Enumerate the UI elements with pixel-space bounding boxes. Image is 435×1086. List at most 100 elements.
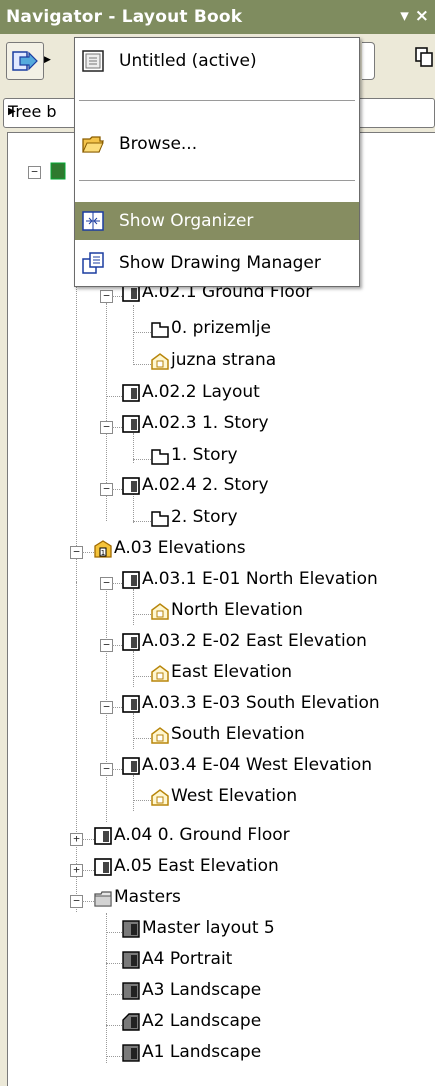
toolbar-field-edge: [362, 42, 375, 80]
node-label: juzna strana: [171, 350, 277, 370]
elevation-view-icon: [151, 353, 169, 370]
menu-item-label: Show Organizer: [119, 211, 254, 231]
navigator-view-button[interactable]: [6, 42, 44, 80]
tree-connector: [82, 870, 94, 871]
tree-connector: [82, 552, 94, 553]
node-label: A2 Landscape: [142, 1011, 262, 1031]
project-icon: [82, 50, 104, 72]
master-layout-icon: [122, 1013, 140, 1031]
tree-connector: [133, 364, 151, 365]
window-controls[interactable]: ▾ ×: [400, 6, 429, 26]
window-title: Navigator - Layout Book: [6, 7, 243, 27]
floor-plan-icon: [151, 511, 169, 527]
tree-connector: [112, 296, 122, 297]
layout-icon: [122, 695, 140, 713]
layout-icon: [122, 757, 140, 775]
menu-item-label: Browse...: [119, 134, 198, 154]
menu-item-show-organizer[interactable]: Show Organizer: [75, 202, 359, 240]
tree-connector: [133, 589, 134, 625]
elevation-view-icon: [151, 665, 169, 682]
tree-connector: [106, 963, 122, 964]
tree-connector: [82, 901, 94, 902]
layout-icon: [94, 827, 112, 845]
tree-connector: [106, 1056, 122, 1057]
book-icon: [50, 162, 66, 180]
node-label: Masters: [114, 887, 181, 907]
subset-icon: 1: [94, 540, 112, 558]
masters-folder-icon: [94, 891, 112, 907]
layout-icon: [122, 571, 140, 589]
node-label: A.02.2 Layout: [142, 382, 260, 402]
title-bar[interactable]: Navigator - Layout Book ▾ ×: [0, 0, 435, 34]
node-label: A.02.3 1. Story: [142, 413, 269, 433]
layout-icon: [122, 477, 140, 495]
tree-connector: [106, 913, 107, 1063]
master-layout-icon: [122, 1044, 140, 1062]
tree-connector: [133, 676, 151, 677]
tree-connector: [112, 427, 122, 428]
tree-connector: [106, 396, 122, 397]
node-label: A.03.2 E-02 East Elevation: [142, 631, 367, 651]
master-layout-icon: [122, 982, 140, 1000]
floor-plan-icon: [151, 322, 169, 338]
node-label: A.03.3 E-03 South Elevation: [142, 693, 380, 713]
node-label: A.05 East Elevation: [114, 856, 279, 876]
clone-icon: [415, 47, 433, 67]
layout-icon: [122, 384, 140, 402]
tree-connector: [112, 645, 122, 646]
node-label: Master layout 5: [142, 918, 275, 938]
svg-text:1: 1: [101, 549, 105, 557]
tree-connector: [112, 769, 122, 770]
node-label: A.03 Elevations: [114, 538, 246, 558]
menu-item-browse[interactable]: Browse...: [75, 125, 359, 163]
menu-item-label: Untitled (active): [119, 51, 257, 71]
clone-button[interactable]: [414, 44, 435, 74]
elevation-view-icon: [151, 727, 169, 744]
floor-plan-icon: [151, 449, 169, 465]
tree-connector: [106, 932, 122, 933]
tree-connector: [112, 707, 122, 708]
tree-connector: [133, 521, 151, 522]
dropdown-arrow-icon[interactable]: ▶: [44, 55, 51, 65]
navigator-popup-menu: Untitled (active) Browse... Show Organiz…: [74, 37, 360, 287]
tree-connector: [133, 305, 134, 365]
organizer-icon: [82, 211, 104, 231]
tree-connector: [112, 583, 122, 584]
tree-connector: [133, 614, 151, 615]
layout-icon: [122, 415, 140, 433]
node-label: East Elevation: [171, 662, 293, 682]
node-label: 2. Story: [171, 507, 238, 527]
node-label: 1. Story: [171, 445, 238, 465]
tree-connector: [133, 332, 151, 333]
node-label: A.02.4 2. Story: [142, 475, 269, 495]
layout-icon: [94, 858, 112, 876]
menu-item-untitled-active[interactable]: Untitled (active): [75, 42, 359, 80]
tree-connector: [133, 775, 134, 811]
elevation-view-icon: [151, 789, 169, 806]
elevation-view-icon: [151, 603, 169, 620]
node-label: South Elevation: [171, 724, 305, 744]
node-label: 0. prizemlje: [171, 318, 271, 338]
node-label: West Elevation: [171, 786, 298, 806]
node-label: A.03.4 E-04 West Elevation: [142, 755, 373, 775]
tree-connector: [112, 489, 122, 490]
master-layout-icon: [122, 920, 140, 938]
menu-item-show-drawing-manager[interactable]: Show Drawing Manager: [75, 244, 359, 282]
tree-connector: [133, 800, 151, 801]
tree-connector: [133, 738, 151, 739]
tree-connector: [82, 839, 94, 840]
drawing-manager-icon: [82, 252, 104, 274]
node-label: A4 Portrait: [142, 949, 233, 969]
layout-icon: [122, 633, 140, 651]
node-label: North Elevation: [171, 600, 303, 620]
menu-separator: [79, 100, 355, 101]
tree-connector: [106, 1025, 122, 1026]
tree-connector: [133, 713, 134, 749]
tree-connector: [106, 994, 122, 995]
collapse-toggle[interactable]: −: [28, 166, 41, 179]
master-layout-icon: [122, 951, 140, 969]
node-label: A3 Landscape: [142, 980, 262, 1000]
tree-connector: [133, 651, 134, 687]
navigator-view-icon: [12, 51, 38, 71]
menu-item-label: Show Drawing Manager: [119, 253, 321, 273]
